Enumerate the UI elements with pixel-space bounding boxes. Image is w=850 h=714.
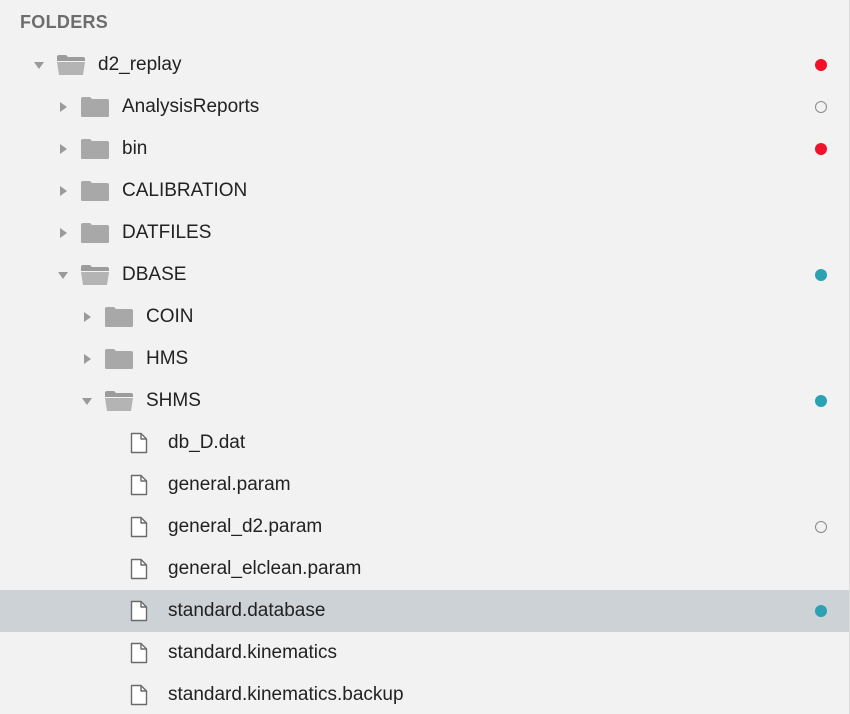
tree-row-dbase[interactable]: DBASE bbox=[0, 254, 849, 296]
tree-row-file[interactable]: general.param bbox=[0, 464, 849, 506]
file-icon bbox=[130, 474, 148, 496]
tree-label: general_elclean.param bbox=[168, 558, 362, 579]
status-dot-modified bbox=[815, 143, 827, 155]
tree-label: COIN bbox=[146, 306, 194, 327]
folder-open-icon bbox=[80, 264, 110, 286]
tree-label: standard.kinematics bbox=[168, 642, 337, 663]
status-dot-untracked bbox=[815, 101, 827, 113]
folder-tree: d2_replay AnalysisReports bin CALIBRATIO… bbox=[0, 44, 849, 714]
folder-icon bbox=[80, 96, 110, 118]
tree-label: DBASE bbox=[122, 264, 187, 285]
tree-label: HMS bbox=[146, 348, 189, 369]
tree-label: standard.kinematics.backup bbox=[168, 684, 404, 705]
tree-row-analysisreports[interactable]: AnalysisReports bbox=[0, 86, 849, 128]
folder-icon bbox=[104, 348, 134, 370]
file-icon bbox=[130, 642, 148, 664]
tree-row-hms[interactable]: HMS bbox=[0, 338, 849, 380]
tree-row-file[interactable]: db_D.dat bbox=[0, 422, 849, 464]
disclosure-collapsed-icon[interactable] bbox=[56, 226, 70, 240]
tree-label: bin bbox=[122, 138, 148, 159]
tree-label: DATFILES bbox=[122, 222, 212, 243]
tree-row-bin[interactable]: bin bbox=[0, 128, 849, 170]
status-dot-staged bbox=[815, 395, 827, 407]
folder-icon bbox=[104, 306, 134, 328]
tree-label: AnalysisReports bbox=[122, 96, 260, 117]
disclosure-collapsed-icon[interactable] bbox=[80, 352, 94, 366]
tree-row-file-selected[interactable]: standard.database bbox=[0, 590, 849, 632]
disclosure-collapsed-icon[interactable] bbox=[56, 184, 70, 198]
status-dot-untracked bbox=[815, 521, 827, 533]
tree-row-calibration[interactable]: CALIBRATION bbox=[0, 170, 849, 212]
tree-label: d2_replay bbox=[98, 54, 182, 75]
tree-row-coin[interactable]: COIN bbox=[0, 296, 849, 338]
tree-row-file[interactable]: standard.kinematics.backup bbox=[0, 674, 849, 714]
disclosure-expanded-icon[interactable] bbox=[80, 394, 94, 408]
disclosure-collapsed-icon[interactable] bbox=[56, 142, 70, 156]
folder-open-icon bbox=[56, 54, 86, 76]
file-icon bbox=[130, 558, 148, 580]
tree-row-datfiles[interactable]: DATFILES bbox=[0, 212, 849, 254]
folders-sidebar: FOLDERS d2_replay AnalysisReports bin CA… bbox=[0, 0, 850, 714]
file-icon bbox=[130, 516, 148, 538]
folder-icon bbox=[80, 138, 110, 160]
tree-row-file[interactable]: general_d2.param bbox=[0, 506, 849, 548]
tree-row-file[interactable]: standard.kinematics bbox=[0, 632, 849, 674]
tree-row-file[interactable]: general_elclean.param bbox=[0, 548, 849, 590]
folder-icon bbox=[80, 180, 110, 202]
disclosure-expanded-icon[interactable] bbox=[32, 58, 46, 72]
folders-header: FOLDERS bbox=[20, 11, 109, 32]
tree-row-shms[interactable]: SHMS bbox=[0, 380, 849, 422]
folder-open-icon bbox=[104, 390, 134, 412]
tree-row-d2-replay[interactable]: d2_replay bbox=[0, 44, 849, 86]
tree-label: general_d2.param bbox=[168, 516, 323, 537]
folder-icon bbox=[80, 222, 110, 244]
tree-label: db_D.dat bbox=[168, 432, 246, 453]
tree-label: CALIBRATION bbox=[122, 180, 248, 201]
status-dot-modified bbox=[815, 59, 827, 71]
status-dot-staged bbox=[815, 269, 827, 281]
disclosure-collapsed-icon[interactable] bbox=[80, 310, 94, 324]
file-icon bbox=[130, 432, 148, 454]
file-icon bbox=[130, 600, 148, 622]
file-icon bbox=[130, 684, 148, 706]
status-dot-staged bbox=[815, 605, 827, 617]
disclosure-collapsed-icon[interactable] bbox=[56, 100, 70, 114]
tree-label: general.param bbox=[168, 474, 291, 495]
tree-label: SHMS bbox=[146, 390, 201, 411]
disclosure-expanded-icon[interactable] bbox=[56, 268, 70, 282]
tree-label: standard.database bbox=[168, 600, 326, 621]
